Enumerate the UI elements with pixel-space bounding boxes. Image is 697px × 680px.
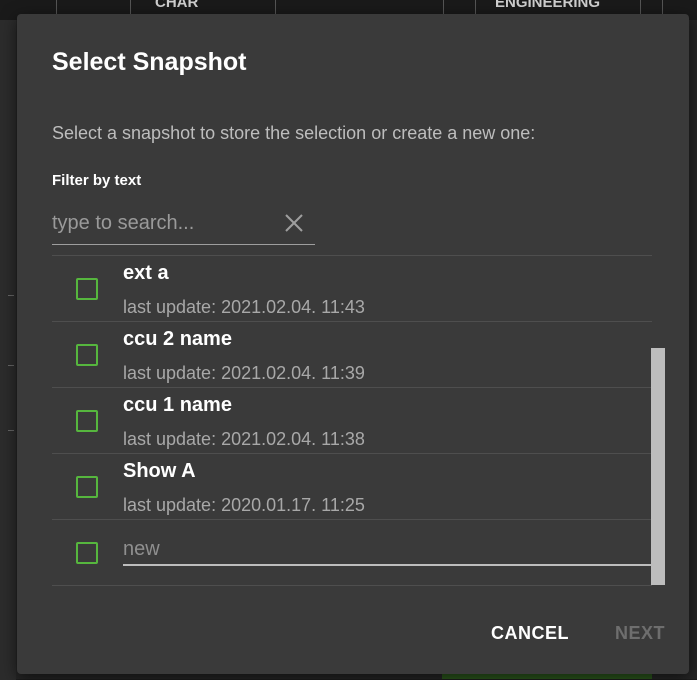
background-tick [8,430,14,431]
snapshot-checkbox[interactable] [76,344,98,366]
select-snapshot-dialog: Select Snapshot Select a snapshot to sto… [17,14,689,674]
snapshot-checkbox[interactable] [76,476,98,498]
snapshot-name: ccu 1 name [123,394,232,416]
search-field [52,204,315,245]
background-left-strip [0,20,16,680]
snapshot-name: Show A [123,460,196,482]
list-item[interactable]: ccu 1 name last update: 2021.02.04. 11:3… [52,388,652,454]
background-tick [8,365,14,366]
list-item[interactable]: ccu 2 name last update: 2021.02.04. 11:3… [52,322,652,388]
new-snapshot-checkbox[interactable] [76,542,98,564]
dialog-description: Select a snapshot to store the selection… [52,123,536,143]
snapshot-list: ext a last update: 2021.02.04. 11:43 ccu… [52,255,652,586]
background-tick [8,295,14,296]
cancel-button[interactable]: CANCEL [485,619,575,648]
new-snapshot-name-input[interactable] [123,534,651,566]
snapshot-last-update: last update: 2020.01.17. 11:25 [123,495,365,515]
snapshot-last-update: last update: 2021.02.04. 11:39 [123,363,365,383]
snapshot-checkbox[interactable] [76,410,98,432]
new-snapshot-row [52,520,652,586]
snapshot-last-update: last update: 2021.02.04. 11:43 [123,297,365,317]
close-icon[interactable] [283,212,305,234]
dialog-title: Select Snapshot [52,48,247,76]
list-item[interactable]: ext a last update: 2021.02.04. 11:43 [52,256,652,322]
snapshot-checkbox[interactable] [76,278,98,300]
snapshot-last-update: last update: 2021.02.04. 11:38 [123,429,365,449]
snapshot-name: ccu 2 name [123,328,232,350]
snapshot-name: ext a [123,262,169,284]
filter-label: Filter by text [52,172,142,189]
next-button[interactable]: NEXT [609,619,671,648]
list-scrollbar[interactable] [651,348,665,585]
search-input[interactable] [52,208,272,238]
list-item[interactable]: Show A last update: 2020.01.17. 11:25 [52,454,652,520]
